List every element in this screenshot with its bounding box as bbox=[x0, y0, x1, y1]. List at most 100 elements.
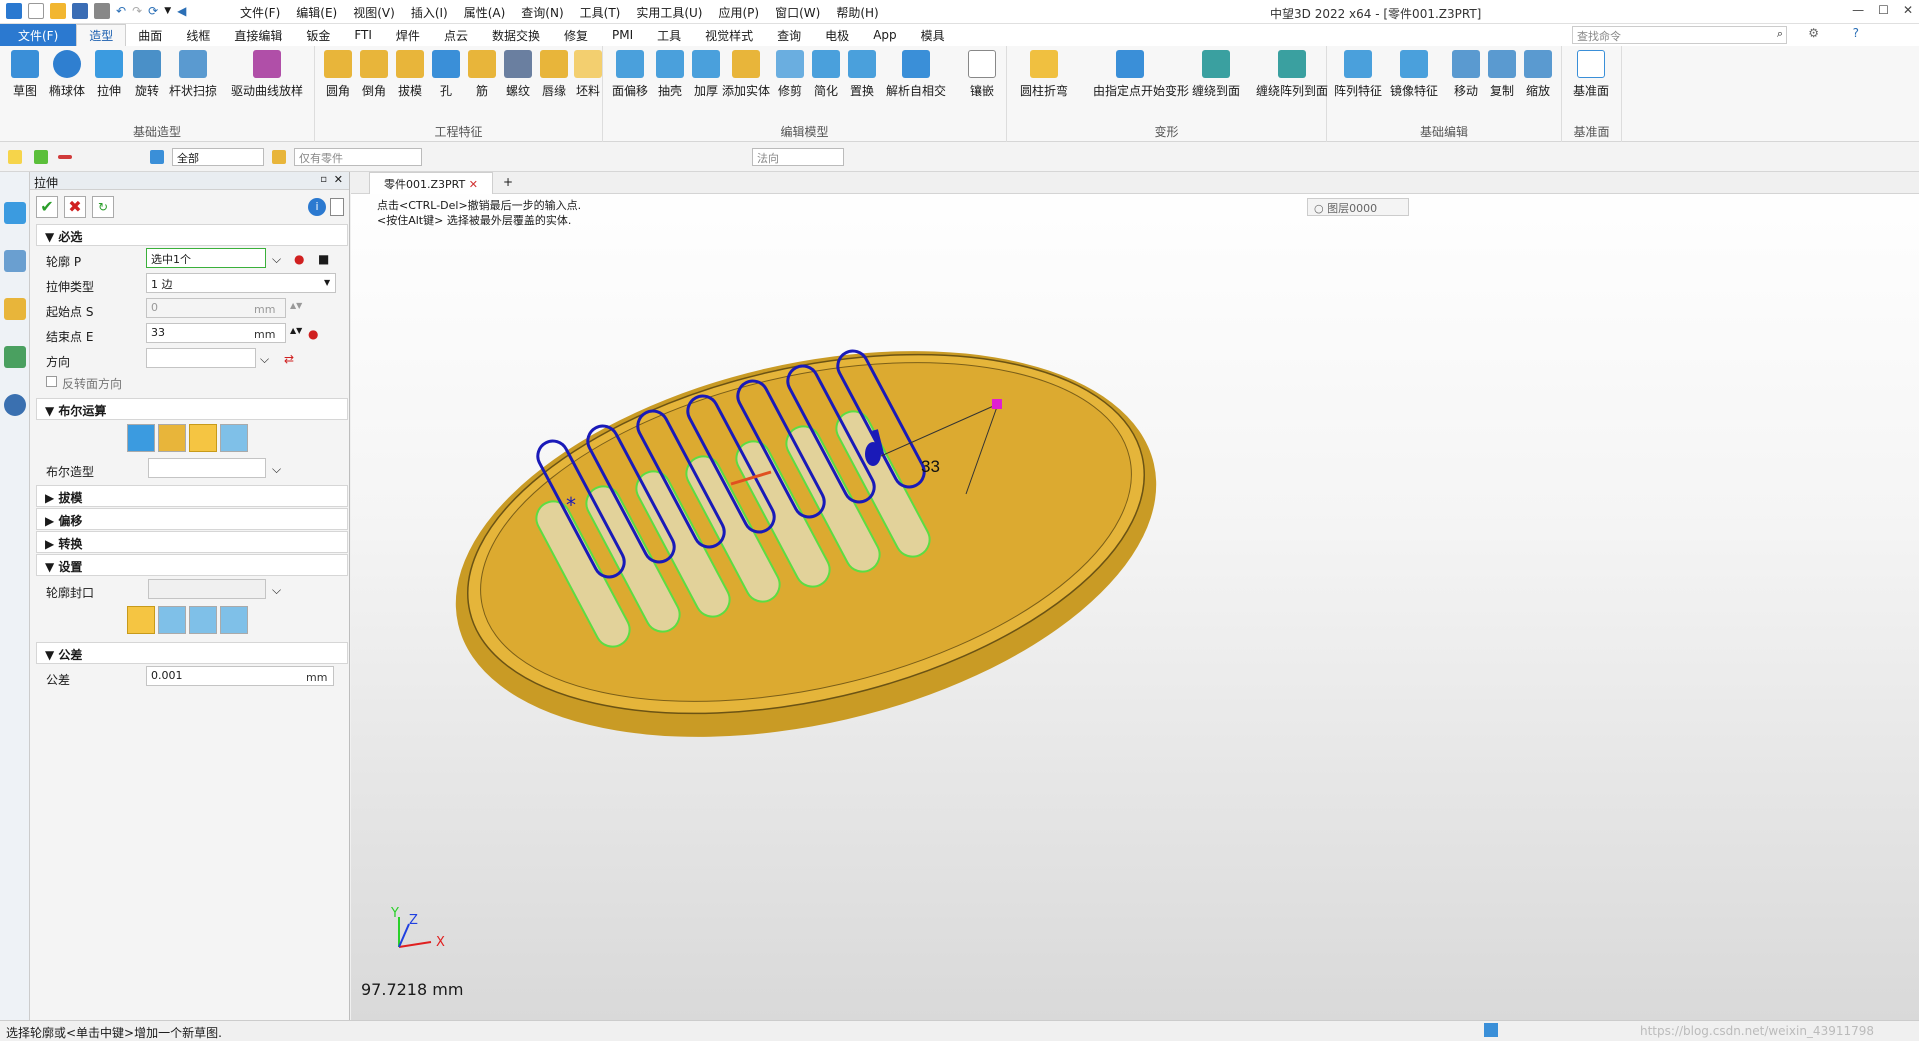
tab-mold[interactable]: 模具 bbox=[909, 24, 957, 46]
tab-weldment[interactable]: 焊件 bbox=[384, 24, 432, 46]
cap-start-button[interactable] bbox=[158, 606, 186, 634]
boolean-base-button[interactable] bbox=[127, 424, 155, 452]
profile-input[interactable]: 选中1个 bbox=[146, 248, 266, 268]
boolean-shape-input[interactable] bbox=[148, 458, 266, 478]
tab-direct-edit[interactable]: 直接编辑 bbox=[222, 24, 294, 46]
menu-file[interactable]: 文件(F) bbox=[240, 4, 280, 21]
section-required[interactable]: ▼ 必选 bbox=[36, 224, 348, 246]
point-deform-button[interactable]: 由指定点开始变形 bbox=[1093, 50, 1189, 99]
refresh-icon[interactable]: ⟳ bbox=[148, 4, 158, 18]
maximize-icon[interactable]: ☐ bbox=[1878, 3, 1889, 17]
scale-button[interactable]: 缩放 bbox=[1521, 50, 1555, 99]
emboss-button[interactable]: 镶嵌 bbox=[965, 50, 999, 99]
section-transform[interactable]: ▶ 转换 bbox=[36, 531, 348, 553]
tab-surface[interactable]: 曲面 bbox=[126, 24, 174, 46]
panel-close-icon[interactable]: ✕ bbox=[334, 173, 343, 186]
tab-wireframe[interactable]: 线框 bbox=[174, 24, 222, 46]
pick-icon[interactable]: ● bbox=[294, 252, 304, 266]
save-icon[interactable] bbox=[72, 3, 88, 19]
section-offset[interactable]: ▶ 偏移 bbox=[36, 508, 348, 530]
mirror-feature-button[interactable]: 镜像特征 bbox=[1390, 50, 1438, 99]
apply-button[interactable]: ↻ bbox=[92, 196, 114, 218]
boolean-add-button[interactable] bbox=[158, 424, 186, 452]
search-icon[interactable]: ⌕ bbox=[1777, 27, 1783, 41]
select-arrow-icon[interactable] bbox=[8, 150, 22, 164]
help-icon[interactable]: ? bbox=[1853, 26, 1859, 40]
direction-select[interactable]: 法向 bbox=[752, 148, 844, 166]
part-filter-select[interactable]: 仅有零件 bbox=[294, 148, 422, 166]
menu-edit[interactable]: 编辑(E) bbox=[296, 4, 337, 21]
reverse-face-checkbox[interactable] bbox=[46, 376, 57, 387]
image-icon[interactable] bbox=[4, 346, 26, 368]
pattern-feature-button[interactable]: 阵列特征 bbox=[1334, 50, 1382, 99]
section-boolean[interactable]: ▼ 布尔运算 bbox=[36, 398, 348, 420]
tab-fti[interactable]: FTI bbox=[342, 24, 384, 46]
pin-icon[interactable]: ▫ bbox=[320, 174, 327, 185]
tab-pmi[interactable]: PMI bbox=[600, 24, 645, 46]
menu-tools[interactable]: 工具(T) bbox=[580, 4, 621, 21]
cap-dropdown-icon[interactable]: ⌵ bbox=[272, 583, 281, 598]
graphics-viewport[interactable]: 零件001.Z3PRT ✕ + 点击<CTRL-Del>撤销最后一步的输入点. … bbox=[351, 172, 1919, 1020]
user-icon[interactable] bbox=[4, 394, 26, 416]
cap-none-button[interactable] bbox=[220, 606, 248, 634]
cancel-button[interactable]: ✖ bbox=[64, 196, 86, 218]
open-folder-icon[interactable] bbox=[50, 3, 66, 19]
assembly-tree-icon[interactable] bbox=[4, 250, 26, 272]
end-spin-icon[interactable]: ▲▼ bbox=[290, 326, 302, 335]
section-draft[interactable]: ▶ 拔模 bbox=[36, 485, 348, 507]
tab-tools[interactable]: 工具 bbox=[645, 24, 693, 46]
direction-input[interactable] bbox=[146, 348, 256, 368]
doc-icon[interactable] bbox=[330, 198, 344, 216]
start-spin-icon[interactable]: ▲▼ bbox=[290, 301, 302, 310]
cap-end-button[interactable] bbox=[189, 606, 217, 634]
menu-view[interactable]: 视图(V) bbox=[353, 4, 395, 21]
wrap-to-face-button[interactable]: 缠绕到面 bbox=[1192, 50, 1240, 99]
menu-attribute[interactable]: 属性(A) bbox=[464, 4, 506, 21]
tab-repair[interactable]: 修复 bbox=[552, 24, 600, 46]
add-icon[interactable] bbox=[34, 150, 48, 164]
sketch-edit-icon[interactable]: ■ bbox=[318, 252, 329, 266]
tab-query[interactable]: 查询 bbox=[765, 24, 813, 46]
close-icon[interactable]: ✕ bbox=[1903, 3, 1913, 17]
menu-utilities[interactable]: 实用工具(U) bbox=[636, 4, 702, 21]
menu-query[interactable]: 查询(N) bbox=[521, 4, 563, 21]
end-pick-icon[interactable]: ● bbox=[308, 327, 318, 341]
rod-sweep-button[interactable]: 杆状扫掠 bbox=[169, 50, 217, 99]
boolean-dropdown-icon[interactable]: ⌵ bbox=[272, 462, 281, 477]
search-input[interactable]: 查找命令 bbox=[1572, 26, 1787, 44]
part-icon[interactable] bbox=[4, 298, 26, 320]
back-arrow-icon[interactable]: ◀ bbox=[177, 4, 186, 18]
section-settings[interactable]: ▼ 设置 bbox=[36, 554, 348, 576]
tab-modeling[interactable]: 造型 bbox=[76, 24, 127, 46]
menu-insert[interactable]: 插入(I) bbox=[411, 4, 448, 21]
new-file-icon[interactable] bbox=[28, 3, 44, 19]
profile-dropdown-icon[interactable]: ⌵ bbox=[272, 252, 281, 267]
boolean-remove-button[interactable] bbox=[189, 424, 217, 452]
filter-select[interactable]: 全部 bbox=[172, 148, 264, 166]
tab-app[interactable]: App bbox=[861, 24, 908, 46]
menu-help[interactable]: 帮助(H) bbox=[836, 4, 878, 21]
tab-file[interactable]: 文件(F) bbox=[0, 24, 77, 46]
minimize-icon[interactable]: — bbox=[1852, 3, 1864, 17]
menu-window[interactable]: 窗口(W) bbox=[775, 4, 820, 21]
wrap-pattern-button[interactable]: 缠绕阵列到面 bbox=[1256, 50, 1328, 99]
section-tolerance[interactable]: ▼ 公差 bbox=[36, 642, 348, 664]
doc-tab[interactable]: 零件001.Z3PRT ✕ bbox=[369, 172, 493, 194]
boolean-intersect-button[interactable] bbox=[220, 424, 248, 452]
dimension-label[interactable]: 33 bbox=[921, 457, 940, 476]
drag-handle[interactable] bbox=[992, 399, 1002, 409]
redo-icon[interactable]: ↷ bbox=[132, 4, 142, 18]
info-icon[interactable]: i bbox=[308, 198, 326, 216]
direction-dropdown-icon[interactable]: ⌵ bbox=[260, 352, 269, 367]
tab-electrode[interactable]: 电极 bbox=[813, 24, 861, 46]
cylinder-bend-button[interactable]: 圆柱折弯 bbox=[1020, 50, 1068, 99]
cap-input[interactable] bbox=[148, 579, 266, 599]
remove-icon[interactable] bbox=[58, 155, 72, 159]
chevron-down-icon[interactable]: ▼ bbox=[164, 6, 171, 16]
tab-close-icon[interactable]: ✕ bbox=[469, 178, 478, 191]
tab-point-cloud[interactable]: 点云 bbox=[432, 24, 480, 46]
cap-both-button[interactable] bbox=[127, 606, 155, 634]
tab-visual-style[interactable]: 视觉样式 bbox=[693, 24, 765, 46]
part-filter-icon[interactable] bbox=[272, 150, 286, 164]
settings-gear-icon[interactable]: ⚙ bbox=[1808, 26, 1819, 40]
